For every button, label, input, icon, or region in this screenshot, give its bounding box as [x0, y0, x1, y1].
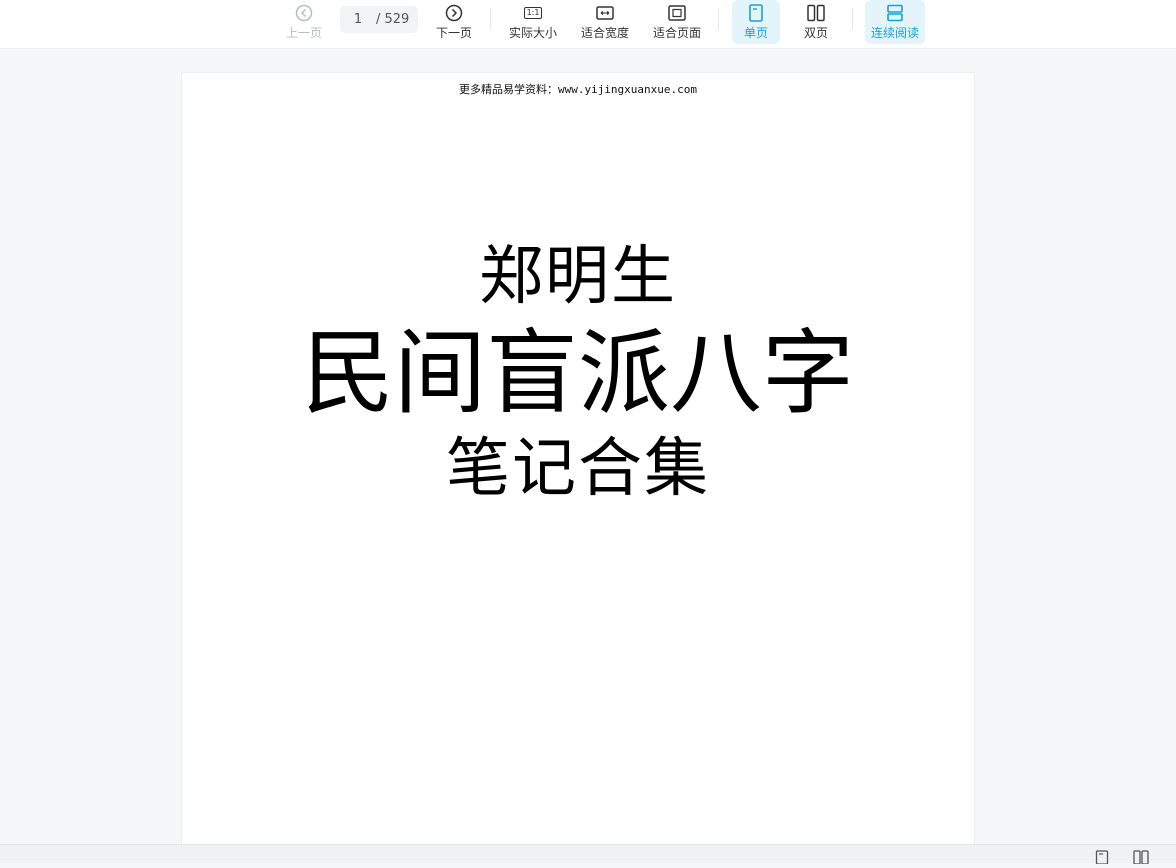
double-page-icon [806, 3, 826, 23]
fit-width-icon [595, 3, 615, 23]
continuous-reading-label: 连续阅读 [870, 26, 919, 40]
page-number-input[interactable]: 1 [340, 12, 376, 27]
actual-size-label: 实际大小 [508, 26, 557, 40]
fit-page-label: 适合页面 [652, 26, 701, 40]
viewer-toolbar: 上一页 1 / 529 下一页 1:1 实际大小 适合宽度 适合页面 单页 双页… [0, 0, 1176, 49]
double-page-icon[interactable] [1133, 849, 1149, 865]
double-page-mode-button[interactable]: 双页 [792, 0, 840, 44]
chevron-left-circle-icon [294, 3, 314, 23]
prev-page-label: 上一页 [285, 26, 322, 40]
page-indicator[interactable]: 1 / 529 [340, 6, 418, 33]
next-page-label: 下一页 [435, 26, 472, 40]
actual-size-icon: 1:1 [523, 3, 543, 23]
book-subtitle: 笔记合集 [446, 432, 710, 506]
toolbar-divider [490, 8, 491, 30]
fit-page-button[interactable]: 适合页面 [650, 0, 704, 44]
page-total: / 529 [376, 12, 410, 27]
actual-size-button[interactable]: 1:1 实际大小 [506, 0, 560, 44]
book-main-title: 民间盲派八字 [301, 320, 854, 427]
prev-page-button[interactable]: 上一页 [282, 0, 326, 44]
single-page-icon [746, 3, 766, 23]
chevron-right-circle-icon [444, 3, 464, 23]
status-bar [0, 844, 1176, 865]
next-page-button[interactable]: 下一页 [432, 0, 476, 44]
continuous-reading-button[interactable]: 连续阅读 [865, 0, 925, 44]
fit-width-label: 适合宽度 [580, 26, 629, 40]
toolbar-divider [718, 8, 719, 30]
single-page-icon[interactable] [1095, 849, 1111, 865]
single-page-label: 单页 [743, 26, 768, 40]
single-page-mode-button[interactable]: 单页 [732, 0, 780, 44]
double-page-label: 双页 [803, 26, 828, 40]
toolbar-divider [852, 8, 853, 30]
fit-width-button[interactable]: 适合宽度 [578, 0, 632, 44]
page-header-note: 更多精品易学资料：www.yijingxuanxue.com [458, 83, 698, 96]
fit-page-icon [667, 3, 687, 23]
document-page: 更多精品易学资料：www.yijingxuanxue.com 郑明生 民间盲派八… [181, 72, 975, 852]
continuous-scroll-icon [885, 3, 905, 23]
